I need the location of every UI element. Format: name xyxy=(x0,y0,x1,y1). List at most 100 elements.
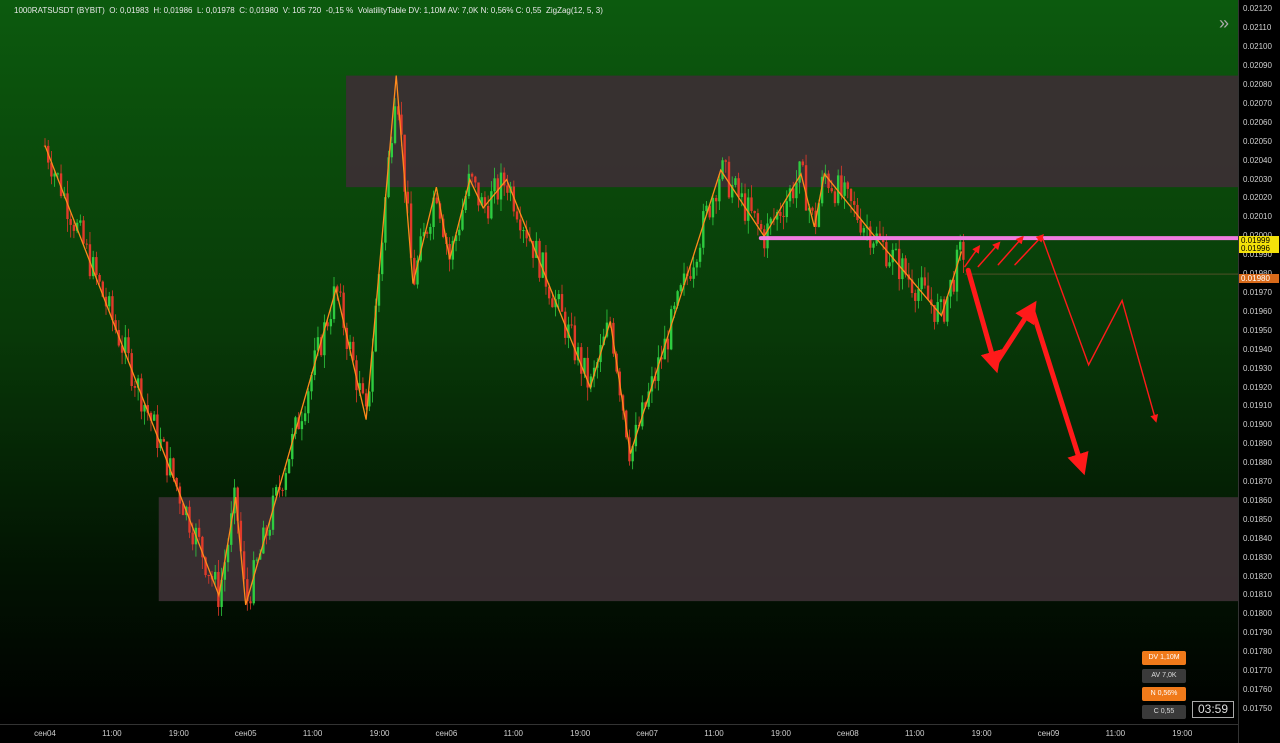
candle-body xyxy=(213,571,217,580)
price-tick-label: 0.01880 xyxy=(1243,458,1272,468)
candle-body xyxy=(689,276,692,279)
candle-body xyxy=(721,160,724,180)
projection-arrow xyxy=(977,241,1001,268)
candle-body xyxy=(923,277,927,286)
candle-body xyxy=(435,197,438,204)
candle-body xyxy=(779,212,782,216)
last-price-tag: 0.01980 xyxy=(1239,274,1279,283)
candle-body xyxy=(560,294,564,312)
price-tick-label: 0.01830 xyxy=(1243,552,1272,562)
candle-body xyxy=(853,201,856,205)
price-tick-label: 0.02100 xyxy=(1243,42,1272,52)
candle-body xyxy=(926,285,930,300)
candle-body xyxy=(962,241,965,260)
candle-body xyxy=(939,299,943,303)
candle-body xyxy=(849,188,853,202)
candle-body xyxy=(284,473,288,490)
candle-body xyxy=(515,211,519,220)
volatility-indicator-label[interactable]: VolatilityTable DV: 1,10M AV: 7,0K N: 0,… xyxy=(358,6,542,15)
candle-body xyxy=(894,248,898,250)
candle-body xyxy=(197,527,201,537)
zigzag-indicator-label[interactable]: ZigZag(12, 5, 3) xyxy=(546,6,603,15)
candle-body xyxy=(785,201,788,218)
price-tick-label: 0.02010 xyxy=(1243,212,1272,222)
time-tick-label: 11:00 xyxy=(102,729,122,738)
price-tick-label: 0.01860 xyxy=(1243,495,1272,505)
candle-body xyxy=(958,241,962,250)
candle-body xyxy=(390,143,394,158)
candle-body xyxy=(811,207,814,211)
demand-zone xyxy=(158,497,1238,602)
candle-body xyxy=(679,285,683,292)
level-price-tag-2: 0.01996 xyxy=(1239,244,1279,253)
time-tick-label: 19:00 xyxy=(369,729,390,738)
price-axis[interactable]: 0.02120 0.02110 0.02100 0.02090 0.02080 0.020… xyxy=(1238,0,1280,743)
price-tick-label: 0.01950 xyxy=(1243,325,1272,335)
dv-badge: DV 1,10M xyxy=(1142,651,1186,665)
candle-body xyxy=(856,204,859,221)
price-tick-label: 0.01770 xyxy=(1243,666,1272,676)
price-tick-label: 0.02110 xyxy=(1243,23,1272,33)
candle-body xyxy=(573,325,577,361)
price-tick-label: 0.01790 xyxy=(1243,628,1272,638)
candle-body xyxy=(127,337,130,354)
candle-body xyxy=(737,178,740,198)
candle-body xyxy=(79,220,82,223)
candle-body xyxy=(914,293,917,301)
price-tick-label: 0.01900 xyxy=(1243,420,1272,430)
candle-body xyxy=(339,291,342,293)
price-tick-label: 0.02020 xyxy=(1243,193,1272,203)
candle-body xyxy=(458,229,461,236)
candle-body xyxy=(833,191,837,204)
time-tick-label: 11:00 xyxy=(503,729,524,738)
candle-body xyxy=(750,197,753,211)
time-axis[interactable]: сен04 11:00 19:00 сен05 11:00 19:00 сен06 11:00… xyxy=(0,724,1238,743)
candle-body xyxy=(493,178,496,192)
change-percent: -0,15 % xyxy=(325,6,354,15)
candle-body xyxy=(95,257,98,275)
candle-body xyxy=(207,575,210,577)
chart-svg xyxy=(43,75,1238,616)
price-tick-label: 0.01920 xyxy=(1243,382,1272,392)
candle-body xyxy=(108,296,111,307)
candle-body xyxy=(952,279,955,292)
candle-body xyxy=(425,232,429,234)
candle-body xyxy=(714,197,718,202)
chevron-double-right-icon[interactable]: » xyxy=(1219,14,1235,32)
candle-body xyxy=(766,223,769,249)
time-tick-label: 19:00 xyxy=(570,729,591,738)
candle-body xyxy=(747,197,750,221)
symbol-name[interactable]: 1000RATSUSDT (BYBIT) xyxy=(14,6,105,15)
projection-arrow xyxy=(964,245,981,268)
time-tick-label: сен06 xyxy=(435,729,458,738)
price-tick-label: 0.01760 xyxy=(1243,684,1272,694)
candle-body xyxy=(692,267,695,279)
chart-plot-area[interactable] xyxy=(0,0,1238,724)
ohlc-open: O: 0,01983 xyxy=(109,6,149,15)
candle-body xyxy=(98,274,101,282)
candle-body xyxy=(804,165,808,211)
candle-body xyxy=(393,106,397,144)
candle-body xyxy=(329,319,332,327)
candle-body xyxy=(474,176,477,183)
bar-countdown-clock: 03:59 xyxy=(1192,701,1234,718)
candle-body xyxy=(281,489,284,491)
candle-body xyxy=(917,289,920,301)
candle-body xyxy=(486,205,490,219)
candle-body xyxy=(734,178,737,185)
candle-body xyxy=(843,182,846,196)
candle-body xyxy=(801,161,805,166)
candle-body xyxy=(759,224,763,230)
time-tick-label: сен07 xyxy=(636,729,658,738)
candle-body xyxy=(152,414,156,421)
candle-body xyxy=(695,261,699,268)
c-badge: C 0,55 xyxy=(1142,705,1186,719)
candle-body xyxy=(756,213,760,225)
candle-body xyxy=(133,386,137,388)
candle-body xyxy=(557,294,560,300)
price-tick-label: 0.01940 xyxy=(1243,344,1272,354)
time-tick-label: сен04 xyxy=(34,729,56,738)
candle-body xyxy=(303,413,307,422)
candle-body xyxy=(191,532,194,545)
price-tick-label: 0.01820 xyxy=(1243,571,1272,581)
